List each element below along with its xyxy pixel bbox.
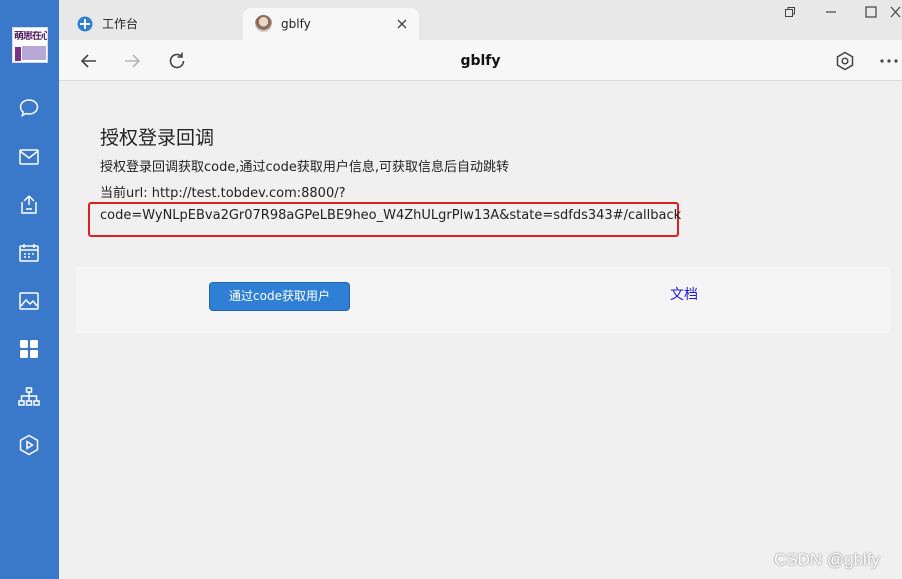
page-description: 授权登录回调获取code,通过code获取用户信息,可获取信息后自动跳转 <box>100 160 509 175</box>
chat-icon[interactable] <box>17 96 41 120</box>
org-chart-icon[interactable] <box>17 385 41 409</box>
navigation-toolbar: gblfy <box>59 40 902 81</box>
apps-icon[interactable] <box>17 337 41 361</box>
tab-title: 工作台 <box>102 17 139 31</box>
window-close-icon[interactable] <box>889 4 902 20</box>
logo-text: 萌思在心 <box>14 31 48 42</box>
image-icon[interactable] <box>17 289 41 313</box>
close-icon[interactable] <box>394 16 410 32</box>
tab-gblfy[interactable]: gblfy <box>243 8 419 40</box>
page-title: 授权登录回调 <box>100 127 215 149</box>
minimize-icon[interactable] <box>823 4 839 20</box>
app-logo[interactable]: 萌思在心 <box>12 27 48 63</box>
more-options-icon[interactable] <box>878 50 900 72</box>
restore-window-icon[interactable] <box>782 4 798 20</box>
workbench-icon <box>77 16 93 32</box>
page-content: 授权登录回调 授权登录回调获取code,通过code获取用户信息,可获取信息后自… <box>59 81 902 579</box>
watermark: CSDN @gblfy <box>774 550 881 569</box>
maximize-icon[interactable] <box>863 4 879 20</box>
left-rail: 萌思在心 <box>0 0 59 579</box>
current-url-query: code=WyNLpEBva2Gr07R98aGPeLBE9heo_W4ZhUL… <box>100 208 682 223</box>
settings-hexagon-icon[interactable] <box>834 50 856 72</box>
mail-icon[interactable] <box>17 145 41 169</box>
play-icon[interactable] <box>17 433 41 457</box>
tab-strip: 工作台 gblfy <box>59 0 902 40</box>
current-url-label: 当前url: http://test.tobdev.com:8800/? <box>100 186 346 201</box>
get-user-by-code-button[interactable]: 通过code获取用户 <box>209 282 350 311</box>
action-panel: 通过code获取用户 文档 <box>76 267 890 333</box>
page-header-title: gblfy <box>460 53 501 69</box>
share-icon[interactable] <box>17 193 41 217</box>
avatar-icon <box>255 15 272 32</box>
tab-workbench[interactable]: 工作台 <box>59 8 243 40</box>
tab-title: gblfy <box>281 17 311 31</box>
documentation-link[interactable]: 文档 <box>670 285 698 305</box>
calendar-icon[interactable] <box>17 241 41 265</box>
